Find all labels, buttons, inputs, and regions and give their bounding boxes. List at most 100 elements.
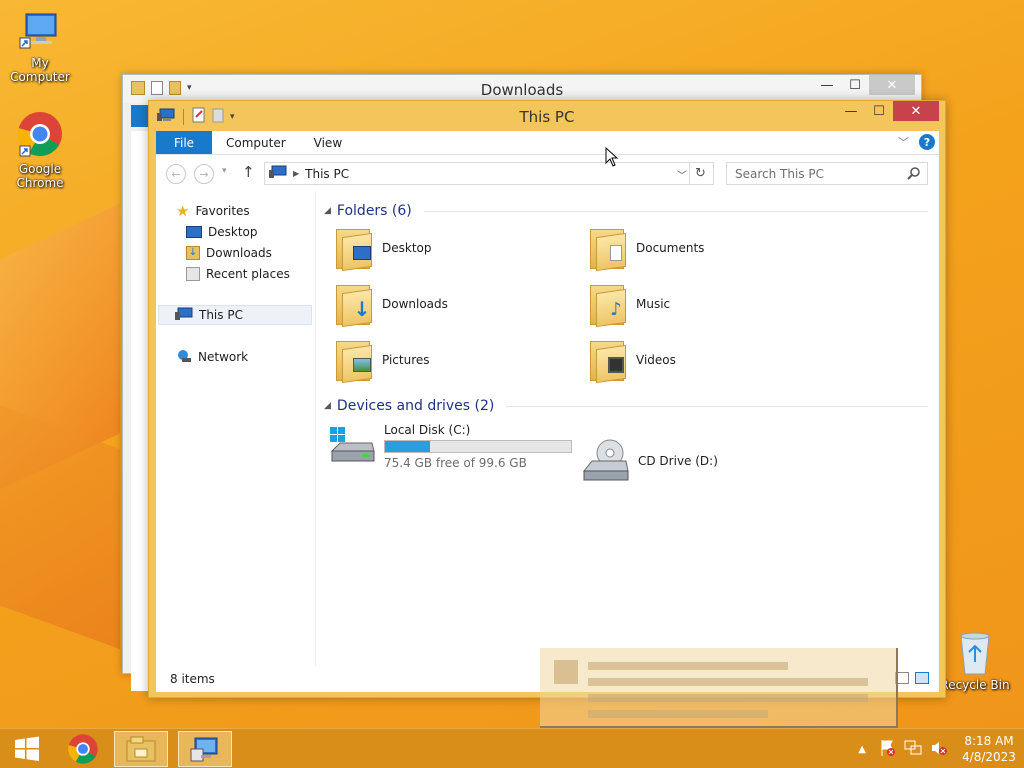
- tab-file[interactable]: File: [156, 131, 212, 154]
- recycle-bin-icon: [955, 630, 995, 676]
- tab-computer[interactable]: Computer: [212, 131, 300, 154]
- folder-tile-music[interactable]: ♪ Music: [588, 281, 671, 328]
- close-button[interactable]: ✕: [869, 75, 915, 95]
- folder-tile-documents[interactable]: Documents: [588, 225, 705, 272]
- folder-tile-desktop[interactable]: Desktop: [334, 225, 432, 272]
- taskbar-remote-desktop[interactable]: [178, 731, 232, 767]
- folder-icon: [334, 337, 374, 384]
- network-icon[interactable]: [904, 740, 922, 759]
- search-icon[interactable]: [907, 166, 921, 183]
- computer-icon: [18, 10, 62, 54]
- navigation-pane: ★ Favorites Desktop ↓ Downloads Recent p…: [156, 191, 316, 666]
- forward-button[interactable]: →: [194, 164, 214, 184]
- breadcrumb-this-pc[interactable]: This PC: [305, 167, 349, 181]
- devices-header-label: Devices and drives (2): [336, 398, 495, 414]
- collapse-triangle-icon[interactable]: ◢: [324, 401, 331, 411]
- nav-favorites[interactable]: ★ Favorites: [176, 201, 250, 221]
- minimize-button[interactable]: —: [837, 101, 865, 121]
- item-count: 8 items: [170, 672, 215, 686]
- nav-desktop-label: Desktop: [208, 225, 258, 239]
- content-pane: ◢ Folders (6) Desktop Documents ↓ Downlo…: [318, 191, 938, 666]
- address-dropdown-icon[interactable]: ﹀: [677, 167, 687, 182]
- nav-recent-places-label: Recent places: [206, 267, 290, 281]
- desktop-icon-recycle-bin[interactable]: Recycle Bin: [935, 630, 1015, 692]
- breadcrumb-arrow-icon[interactable]: ▶: [293, 169, 299, 178]
- start-button[interactable]: [0, 731, 54, 767]
- nav-desktop[interactable]: Desktop: [186, 222, 258, 242]
- up-arrow-icon[interactable]: ↑: [242, 163, 255, 181]
- collapse-triangle-icon[interactable]: ◢: [324, 206, 331, 216]
- this-pc-window[interactable]: ▾ This PC — ☐ ✕ File Computer View ﹀ ? ←…: [148, 100, 946, 698]
- taskbar-chrome[interactable]: [56, 731, 110, 767]
- show-hidden-icons-icon[interactable]: ▲: [858, 744, 866, 755]
- this-pc-icon: [269, 165, 287, 182]
- drive-usage-fill: [385, 441, 431, 452]
- back-button[interactable]: ←: [166, 164, 186, 184]
- notification-line: [588, 678, 868, 686]
- recent-locations-icon[interactable]: ▾: [222, 166, 227, 176]
- nav-downloads-label: Downloads: [206, 246, 272, 260]
- documents-badge-icon: [606, 243, 626, 263]
- desktop-icon-label: My Computer: [10, 56, 70, 84]
- large-icons-view-icon[interactable]: [915, 672, 929, 684]
- pictures-badge-icon: [352, 355, 372, 375]
- search-placeholder: Search This PC: [735, 166, 824, 181]
- nav-this-pc[interactable]: This PC: [158, 305, 312, 325]
- folder-name: Music: [636, 297, 671, 311]
- refresh-icon[interactable]: ↻: [689, 163, 711, 184]
- folder-tile-downloads[interactable]: ↓ Downloads: [334, 281, 448, 328]
- folder-icon: [334, 225, 374, 272]
- folder-tile-pictures[interactable]: Pictures: [334, 337, 430, 384]
- nav-favorites-label: Favorites: [195, 204, 250, 218]
- address-bar[interactable]: ▶ This PC ﹀ ↻: [264, 162, 714, 185]
- nav-this-pc-label: This PC: [199, 308, 243, 322]
- chrome-icon: [16, 110, 64, 160]
- downloads-titlebar[interactable]: ▾ Downloads — ☐ ✕: [123, 75, 921, 103]
- folder-icon: [588, 225, 628, 272]
- desktop-icon-my-computer[interactable]: My Computer: [0, 10, 80, 84]
- desktop-icon-google-chrome[interactable]: Google Chrome: [0, 110, 80, 190]
- mouse-cursor-icon: [605, 146, 619, 170]
- folders-group-header[interactable]: ◢ Folders (6): [324, 203, 928, 219]
- taskbar-file-explorer[interactable]: [114, 731, 168, 767]
- notification-line: [588, 662, 788, 670]
- network-icon: [176, 349, 192, 366]
- drive-tile-cd-drive[interactable]: CD Drive (D:): [582, 439, 718, 483]
- drive-name: Local Disk (C:): [384, 423, 471, 437]
- remote-desktop-icon: [190, 737, 218, 762]
- volume-muted-icon[interactable]: [930, 740, 948, 759]
- close-button[interactable]: ✕: [893, 101, 939, 121]
- divider: [506, 405, 928, 407]
- file-explorer-icon: [126, 736, 156, 762]
- folder-name: Documents: [636, 241, 705, 255]
- taskbar-clock[interactable]: 8:18 AM 4/8/2023: [954, 733, 1024, 765]
- folder-icon: ↓: [334, 281, 374, 328]
- nav-network[interactable]: Network: [176, 347, 248, 367]
- nav-downloads[interactable]: ↓ Downloads: [186, 243, 272, 263]
- folder-name: Downloads: [382, 297, 448, 311]
- desktop-badge-icon: [352, 243, 372, 263]
- search-input[interactable]: Search This PC: [726, 162, 928, 185]
- folder-icon: ♪: [588, 281, 628, 328]
- devices-group-header[interactable]: ◢ Devices and drives (2): [324, 398, 928, 414]
- recent-places-icon: [186, 267, 200, 281]
- maximize-button[interactable]: ☐: [865, 101, 893, 121]
- tab-view[interactable]: View: [300, 131, 356, 154]
- this-pc-titlebar[interactable]: ▾ This PC — ☐ ✕: [149, 101, 945, 131]
- folders-header-label: Folders (6): [336, 203, 412, 219]
- drive-name: CD Drive (D:): [638, 454, 718, 468]
- minimize-button[interactable]: —: [813, 75, 841, 95]
- folder-name: Desktop: [382, 241, 432, 255]
- folder-tile-videos[interactable]: Videos: [588, 337, 676, 384]
- expand-ribbon-icon[interactable]: ﹀: [898, 134, 909, 150]
- notification-line: [588, 694, 868, 702]
- ribbon-tabs: File Computer View ﹀ ?: [156, 131, 939, 155]
- help-icon[interactable]: ?: [919, 134, 935, 150]
- drive-tile-local-disk[interactable]: Local Disk (C:) 75.4 GB free of 99.6 GB: [328, 423, 572, 470]
- notification-toast[interactable]: [540, 648, 898, 728]
- action-center-icon[interactable]: [880, 739, 896, 760]
- music-badge-icon: ♪: [610, 298, 622, 320]
- nav-recent-places[interactable]: Recent places: [186, 264, 290, 284]
- maximize-button[interactable]: ☐: [841, 75, 869, 95]
- drive-free-space: 75.4 GB free of 99.6 GB: [384, 456, 527, 470]
